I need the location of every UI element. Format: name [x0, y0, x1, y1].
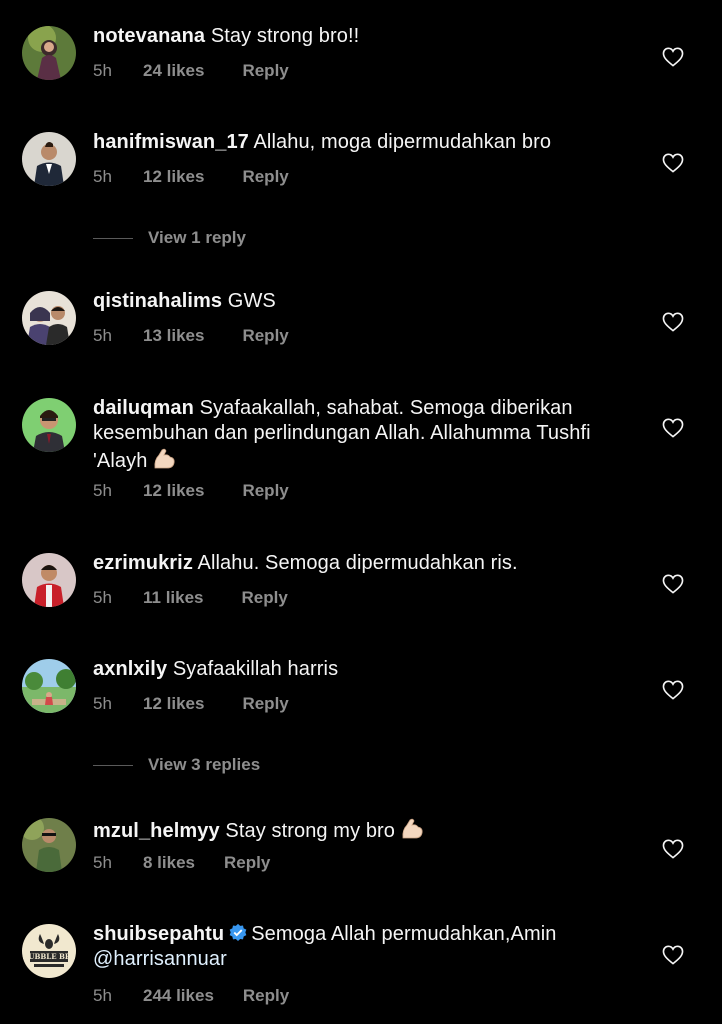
comment-time: 5h: [93, 167, 112, 186]
comment-time: 5h: [93, 61, 112, 80]
flexed-biceps-emoji: [154, 448, 176, 469]
comment-username[interactable]: dailuqman: [93, 397, 194, 419]
mention-link[interactable]: @harrisannuar: [93, 948, 227, 970]
comment-time: 5h: [93, 853, 112, 872]
comment-likes[interactable]: 12 likes: [143, 167, 204, 187]
comment-username[interactable]: shuibsepahtu: [93, 923, 224, 945]
heart-outline-icon[interactable]: [662, 418, 684, 438]
avatar-logo-text: BUBBLE BEE: [22, 952, 75, 961]
comment-time: 5h: [93, 481, 112, 500]
comment-likes[interactable]: 12 likes: [143, 481, 204, 501]
reply-button[interactable]: Reply: [224, 853, 270, 873]
heart-outline-icon[interactable]: [662, 312, 684, 332]
reply-button[interactable]: Reply: [242, 588, 288, 608]
reply-divider: [93, 237, 133, 239]
comment-username[interactable]: mzul_helmyy: [93, 820, 220, 842]
reply-button[interactable]: Reply: [243, 986, 289, 1006]
avatar[interactable]: [22, 26, 76, 80]
reply-button[interactable]: Reply: [242, 694, 288, 714]
comment-username[interactable]: axnlxily: [93, 658, 167, 680]
heart-outline-icon[interactable]: [662, 945, 684, 965]
reply-button[interactable]: Reply: [242, 167, 288, 187]
view-replies-label: View 1 reply: [148, 228, 246, 247]
verified-badge-icon: [229, 923, 247, 941]
avatar[interactable]: BUBBLE BEE: [22, 924, 76, 978]
comment-text: Semoga Allah permudahkan,Amin: [251, 923, 557, 945]
comment-time: 5h: [93, 326, 112, 345]
avatar[interactable]: [22, 659, 76, 713]
comment-text: Stay strong bro!!: [210, 25, 360, 47]
comment-likes[interactable]: 244 likes: [143, 986, 214, 1006]
avatar[interactable]: [22, 553, 76, 607]
view-replies-button[interactable]: View 3 replies: [93, 755, 260, 775]
comment-username[interactable]: ezrimukriz: [93, 552, 193, 574]
heart-outline-icon[interactable]: [662, 680, 684, 700]
avatar[interactable]: [22, 291, 76, 345]
comment-text: GWS: [227, 290, 276, 312]
avatar[interactable]: [22, 398, 76, 452]
heart-outline-icon[interactable]: [662, 153, 684, 173]
comment-likes[interactable]: 24 likes: [143, 61, 204, 81]
reply-button[interactable]: Reply: [242, 326, 288, 346]
avatar[interactable]: [22, 818, 76, 872]
comment-username[interactable]: qistinahalims: [93, 290, 222, 312]
comment-username[interactable]: hanifmiswan_17: [93, 131, 249, 153]
comment-text: Stay strong my bro: [225, 820, 396, 842]
heart-outline-icon[interactable]: [662, 47, 684, 67]
comment-likes[interactable]: 12 likes: [143, 694, 204, 714]
comment-text: Allahu, moga dipermudahkan bro: [253, 131, 552, 153]
comment-likes[interactable]: 8 likes: [143, 853, 195, 873]
view-replies-label: View 3 replies: [148, 755, 261, 774]
flexed-biceps-emoji: [402, 818, 423, 839]
reply-button[interactable]: Reply: [242, 481, 288, 501]
comment-likes[interactable]: 13 likes: [143, 326, 204, 346]
heart-outline-icon[interactable]: [662, 574, 684, 594]
comment-time: 5h: [93, 986, 112, 1005]
avatar[interactable]: [22, 132, 76, 186]
comment-text: Allahu. Semoga dipermudahkan ris.: [197, 552, 518, 574]
comment-username[interactable]: notevanana: [93, 25, 205, 47]
comment-time: 5h: [93, 588, 112, 607]
reply-divider: [93, 764, 133, 766]
comment-time: 5h: [93, 694, 112, 713]
view-replies-button[interactable]: View 1 reply: [93, 228, 246, 248]
heart-outline-icon[interactable]: [662, 839, 684, 859]
comment-text: Syafaakillah harris: [172, 658, 339, 680]
reply-button[interactable]: Reply: [242, 61, 288, 81]
comment-likes[interactable]: 11 likes: [143, 588, 204, 608]
